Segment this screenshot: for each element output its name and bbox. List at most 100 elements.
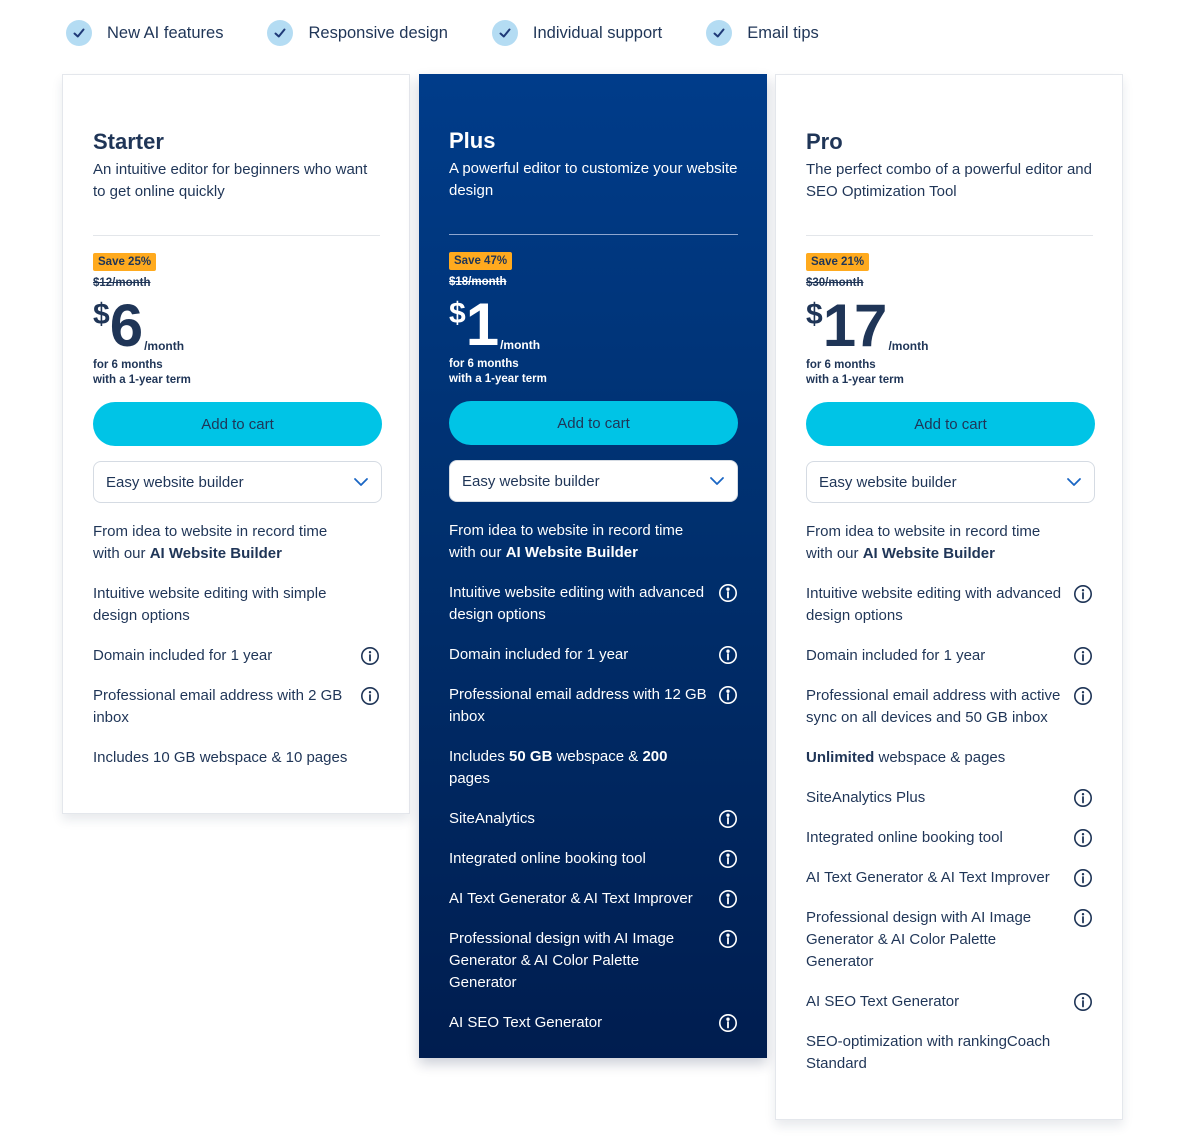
save-badge: Save 25% bbox=[93, 253, 157, 271]
feature-label: Individual support bbox=[532, 23, 663, 42]
add-to-cart-button[interactable]: Add to cart bbox=[93, 402, 382, 446]
plan-card-plus: Plus A powerful editor to customize your… bbox=[419, 74, 767, 1058]
chevron-down-icon bbox=[710, 477, 724, 485]
feature-text-part: AI Text Generator & AI Text Improver bbox=[806, 869, 1050, 886]
feature-text: SiteAnalytics bbox=[449, 808, 535, 830]
feature-item: AI SEO Text Generator bbox=[806, 991, 1093, 1013]
feature-item: Integrated online booking tool bbox=[806, 827, 1093, 849]
product-select[interactable]: Easy website builder bbox=[449, 460, 738, 502]
feature-text-bold: AI Website Builder bbox=[862, 545, 995, 562]
info-icon[interactable] bbox=[1073, 584, 1093, 604]
plan-name: Plus bbox=[449, 128, 496, 153]
feature-item: Includes 50 GB webspace & 200 pages bbox=[449, 746, 738, 790]
check-icon bbox=[491, 20, 518, 46]
feature-list: From idea to website in record time with… bbox=[449, 520, 738, 1034]
info-icon[interactable] bbox=[718, 583, 738, 603]
feature-item: SEO-optimization with rankingCoach Stand… bbox=[806, 1031, 1093, 1075]
plan-card-pro: Pro The perfect combo of a powerful edit… bbox=[775, 74, 1123, 1120]
info-icon[interactable] bbox=[1073, 646, 1093, 666]
feature-label: Responsive design bbox=[308, 23, 448, 42]
feature-item: Domain included for 1 year bbox=[93, 645, 380, 667]
term-duration: for 6 months bbox=[93, 359, 163, 371]
info-icon[interactable] bbox=[718, 685, 738, 705]
feature-text: Professional email address with 12 GB in… bbox=[449, 684, 709, 728]
feature-item: Includes 10 GB webspace & 10 pages bbox=[93, 747, 380, 769]
feature-text-part: Professional email address with 2 GB inb… bbox=[93, 687, 343, 726]
divider bbox=[806, 235, 1093, 236]
divider bbox=[93, 235, 380, 236]
info-icon[interactable] bbox=[1073, 992, 1093, 1012]
feature-text: Intuitive website editing with simple de… bbox=[93, 583, 353, 627]
old-price: $18/month bbox=[449, 276, 507, 288]
feature-text: From idea to website in record time with… bbox=[806, 521, 1066, 565]
divider bbox=[449, 234, 738, 235]
plan-name: Starter bbox=[93, 129, 164, 154]
feature-item: Professional email address with 12 GB in… bbox=[449, 684, 738, 728]
term-contract: with a 1-year term bbox=[93, 374, 191, 386]
feature-text-part: webspace & bbox=[552, 748, 643, 765]
product-select[interactable]: Easy website builder bbox=[93, 461, 382, 503]
feature-text: From idea to website in record time with… bbox=[93, 521, 353, 565]
feature-item: From idea to website in record time with… bbox=[806, 521, 1093, 565]
info-icon[interactable] bbox=[1073, 788, 1093, 808]
check-icon bbox=[706, 20, 733, 46]
plan-description: A powerful editor to customize your webs… bbox=[449, 160, 738, 199]
feature-list: From idea to website in record time with… bbox=[93, 521, 380, 769]
feature-text-part: Integrated online booking tool bbox=[806, 829, 1003, 846]
feature-text-part: AI Text Generator & AI Text Improver bbox=[449, 890, 693, 907]
price: $ 6 /month bbox=[93, 292, 380, 359]
feature-text-part: SEO-optimization with rankingCoach Stand… bbox=[806, 1033, 1051, 1072]
feature-text: Professional email address with active s… bbox=[806, 685, 1066, 729]
info-icon[interactable] bbox=[718, 929, 738, 949]
feature-item: Professional design with AI Image Genera… bbox=[449, 928, 738, 994]
feature-text: From idea to website in record time with… bbox=[449, 520, 709, 564]
feature-text-part: SiteAnalytics Plus bbox=[806, 789, 926, 806]
info-icon[interactable] bbox=[360, 646, 380, 666]
price-currency: $ bbox=[806, 298, 823, 331]
term-duration: for 6 months bbox=[806, 359, 876, 371]
feature-item: Domain included for 1 year bbox=[449, 644, 738, 666]
feature-text-part: Professional design with AI Image Genera… bbox=[449, 930, 675, 991]
info-icon[interactable] bbox=[1073, 908, 1093, 928]
info-icon[interactable] bbox=[360, 686, 380, 706]
price-amount: 6 bbox=[109, 292, 143, 359]
info-icon[interactable] bbox=[1073, 686, 1093, 706]
select-value: Easy website builder bbox=[106, 473, 244, 491]
feature-item: From idea to website in record time with… bbox=[93, 521, 380, 565]
info-icon[interactable] bbox=[718, 849, 738, 869]
add-to-cart-button[interactable]: Add to cart bbox=[449, 401, 738, 445]
feature-item: Professional email address with active s… bbox=[806, 685, 1093, 729]
feature-text: AI SEO Text Generator bbox=[449, 1012, 602, 1034]
feature-item: Intuitive website editing with advanced … bbox=[449, 582, 738, 626]
term-contract: with a 1-year term bbox=[449, 373, 547, 385]
price-amount: 1 bbox=[465, 291, 499, 358]
feature-item: AI Text Generator & AI Text Improver bbox=[449, 888, 738, 910]
price: $ 1 /month bbox=[449, 291, 738, 358]
add-to-cart-button[interactable]: Add to cart bbox=[806, 402, 1095, 446]
price: $ 17 /month bbox=[806, 292, 1093, 359]
chevron-down-icon bbox=[354, 478, 368, 486]
feature-text-part: AI SEO Text Generator bbox=[806, 993, 960, 1010]
plan-name: Pro bbox=[806, 129, 843, 154]
save-badge: Save 21% bbox=[806, 253, 870, 271]
price-amount: 17 bbox=[822, 292, 888, 359]
feature-item: AI SEO Text Generator bbox=[449, 1012, 738, 1034]
feature-text-part: Domain included for 1 year bbox=[93, 647, 273, 664]
feature-text: Includes 10 GB webspace & 10 pages bbox=[93, 747, 347, 769]
feature-item: Integrated online booking tool bbox=[449, 848, 738, 870]
info-icon[interactable] bbox=[718, 889, 738, 909]
info-icon[interactable] bbox=[1073, 828, 1093, 848]
feature-text: Integrated online booking tool bbox=[449, 848, 646, 870]
info-icon[interactable] bbox=[718, 645, 738, 665]
feature-text-part: SiteAnalytics bbox=[449, 810, 535, 827]
price-currency: $ bbox=[93, 298, 110, 331]
info-icon[interactable] bbox=[718, 1013, 738, 1033]
old-price: $12/month bbox=[93, 277, 151, 289]
feature-item: From idea to website in record time with… bbox=[449, 520, 738, 564]
price-currency: $ bbox=[449, 297, 466, 330]
product-select[interactable]: Easy website builder bbox=[806, 461, 1095, 503]
info-icon[interactable] bbox=[718, 809, 738, 829]
feature-item: Domain included for 1 year bbox=[806, 645, 1093, 667]
info-icon[interactable] bbox=[1073, 868, 1093, 888]
feature-text: Domain included for 1 year bbox=[93, 645, 272, 667]
